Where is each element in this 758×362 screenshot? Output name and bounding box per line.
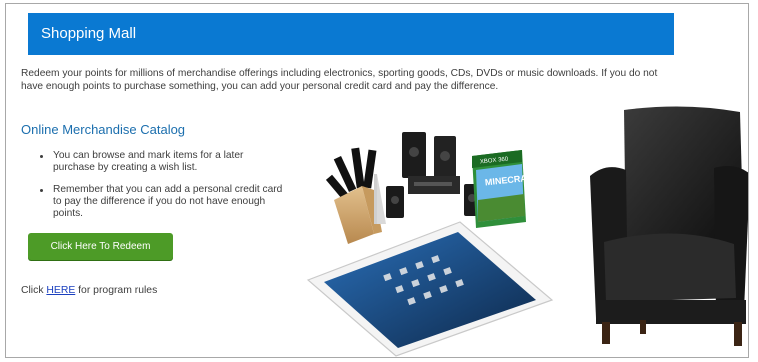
rules-suffix: for program rules [75,285,158,296]
page-title: Shopping Mall [41,25,137,42]
list-item: Remember that you can add a personal cre… [40,184,285,220]
armchair-icon [590,106,748,346]
knife-block-icon [325,147,386,244]
home-theater-icon [386,132,480,218]
catalog-heading: Online Merchandise Catalog [21,122,186,137]
rules-link[interactable]: HERE [46,285,75,296]
bullet-text: You can browse and mark items for a late… [53,150,244,173]
game-box-icon: MINECRAFT XBOX 360 [472,150,539,228]
list-item: You can browse and mark items for a late… [40,150,285,174]
bullet-icon [40,155,43,158]
redeem-button[interactable]: Click Here To Redeem [28,233,173,260]
intro-text: Redeem your points for millions of merch… [21,68,658,92]
merchandise-image: MINECRAFT XBOX 360 [306,106,748,357]
catalog-bullet-list: You can browse and mark items for a late… [40,150,285,230]
page-frame: Shopping Mall Redeem your points for mil… [5,3,749,358]
program-rules-text: Click HERE for program rules [21,285,157,296]
header-bar: Shopping Mall [28,13,674,55]
tablet-icon [306,221,554,357]
rules-prefix: Click [21,285,47,296]
bullet-icon [40,189,43,192]
bullet-text: Remember that you can add a personal cre… [53,184,283,219]
